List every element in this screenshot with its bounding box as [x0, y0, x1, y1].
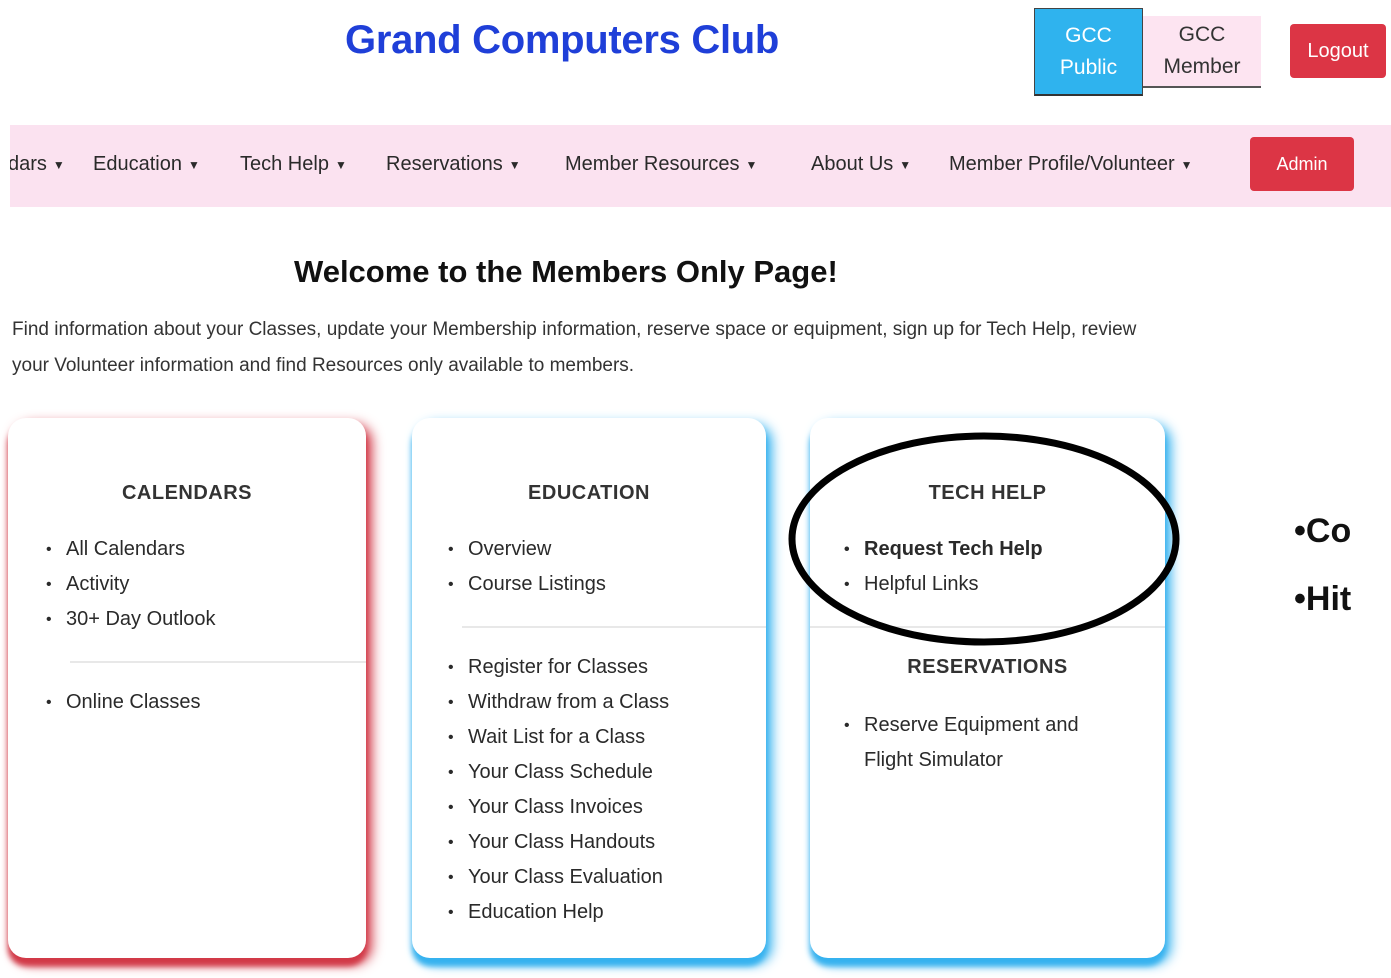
gcc-member-toggle[interactable]: GCC Member [1143, 16, 1261, 88]
nav-item-about-us[interactable]: About Us ▼ [811, 153, 911, 176]
site-title: Grand Computers Club [345, 18, 780, 62]
gcc-public-toggle[interactable]: GCC Public [1034, 8, 1143, 96]
education-link-overview[interactable]: Overview [444, 532, 606, 567]
gcc-member-line1: GCC [1178, 23, 1226, 46]
nav-item-member-profile[interactable]: Member Profile/Volunteer ▼ [949, 153, 1193, 176]
highlight-ellipse [788, 432, 1180, 646]
nav-item-member-resources[interactable]: Member Resources ▼ [565, 153, 757, 176]
caret-down-icon: ▼ [1180, 157, 1193, 172]
education-link-register[interactable]: Register for Classes [444, 650, 669, 685]
admin-button[interactable]: Admin [1250, 137, 1354, 191]
page-title: Welcome to the Members Only Page! [294, 254, 838, 289]
logout-button[interactable]: Logout [1290, 24, 1386, 78]
nav-item-reservations[interactable]: Reservations ▼ [386, 153, 521, 176]
education-link-schedule[interactable]: Your Class Schedule [444, 755, 669, 790]
gcc-public-line2: Public [1059, 55, 1118, 79]
calendars-list: All Calendars Activity 30+ Day Outlook [42, 532, 216, 637]
reservations-card-title: RESERVATIONS [907, 656, 1068, 678]
calendars-list-online: Online Classes [42, 685, 201, 720]
nav-item-calendars[interactable]: dars ▼ [10, 153, 65, 176]
caret-down-icon: ▼ [187, 157, 200, 172]
education-card: EDUCATION Overview Course Listings Regis… [412, 418, 766, 958]
reservations-list: Reserve Equipment and Flight Simulator [840, 708, 1130, 778]
education-card-title: EDUCATION [528, 482, 650, 504]
nav-item-label: Member Resources [565, 153, 740, 175]
nav-item-label: Tech Help [240, 153, 329, 175]
calendars-card: CALENDARS All Calendars Activity 30+ Day… [8, 418, 366, 958]
caret-down-icon: ▼ [508, 157, 521, 172]
education-list: Overview Course Listings [444, 532, 606, 602]
education-link-invoices[interactable]: Your Class Invoices [444, 790, 669, 825]
nav-item-education[interactable]: Education ▼ [93, 153, 200, 176]
calendars-link-activity[interactable]: Activity [42, 567, 216, 602]
nav-item-label: Reservations [386, 153, 503, 175]
caret-down-icon: ▼ [745, 157, 758, 172]
calendars-link-online-classes[interactable]: Online Classes [42, 685, 201, 720]
main-navbar: dars ▼ Education ▼ Tech Help ▼ Reservations… [10, 125, 1391, 207]
education-link-handouts[interactable]: Your Class Handouts [444, 825, 669, 860]
gcc-member-line2: Member [1163, 55, 1241, 78]
calendars-card-title: CALENDARS [121, 482, 253, 504]
nav-item-label: dars [10, 153, 47, 175]
education-link-course-listings[interactable]: Course Listings [444, 567, 606, 602]
education-link-help[interactable]: Education Help [444, 895, 669, 930]
divider [462, 626, 766, 628]
education-link-withdraw[interactable]: Withdraw from a Class [444, 685, 669, 720]
intro-paragraph: Find information about your Classes, upd… [12, 319, 1137, 376]
calendars-link-all[interactable]: All Calendars [42, 532, 216, 567]
caret-down-icon: ▼ [52, 157, 65, 172]
reservations-link-equipment[interactable]: Reserve Equipment and Flight Simulator [840, 708, 1130, 778]
caret-down-icon: ▼ [899, 157, 912, 172]
calendars-link-outlook[interactable]: 30+ Day Outlook [42, 602, 216, 637]
nav-item-label: Member Profile/Volunteer [949, 153, 1175, 175]
education-list-classes: Register for Classes Withdraw from a Cla… [444, 650, 669, 930]
nav-item-label: Education [93, 153, 182, 175]
education-link-evaluation[interactable]: Your Class Evaluation [444, 860, 669, 895]
nav-item-tech-help[interactable]: Tech Help ▼ [240, 153, 347, 176]
divider [70, 661, 366, 663]
side-note-line-2: •Hit [1294, 580, 1352, 618]
side-note-line-1: •Co [1294, 512, 1352, 550]
nav-item-label: About Us [811, 153, 894, 175]
gcc-public-line1: GCC [1065, 23, 1112, 47]
caret-down-icon: ▼ [334, 157, 347, 172]
education-link-wait-list[interactable]: Wait List for a Class [444, 720, 669, 755]
